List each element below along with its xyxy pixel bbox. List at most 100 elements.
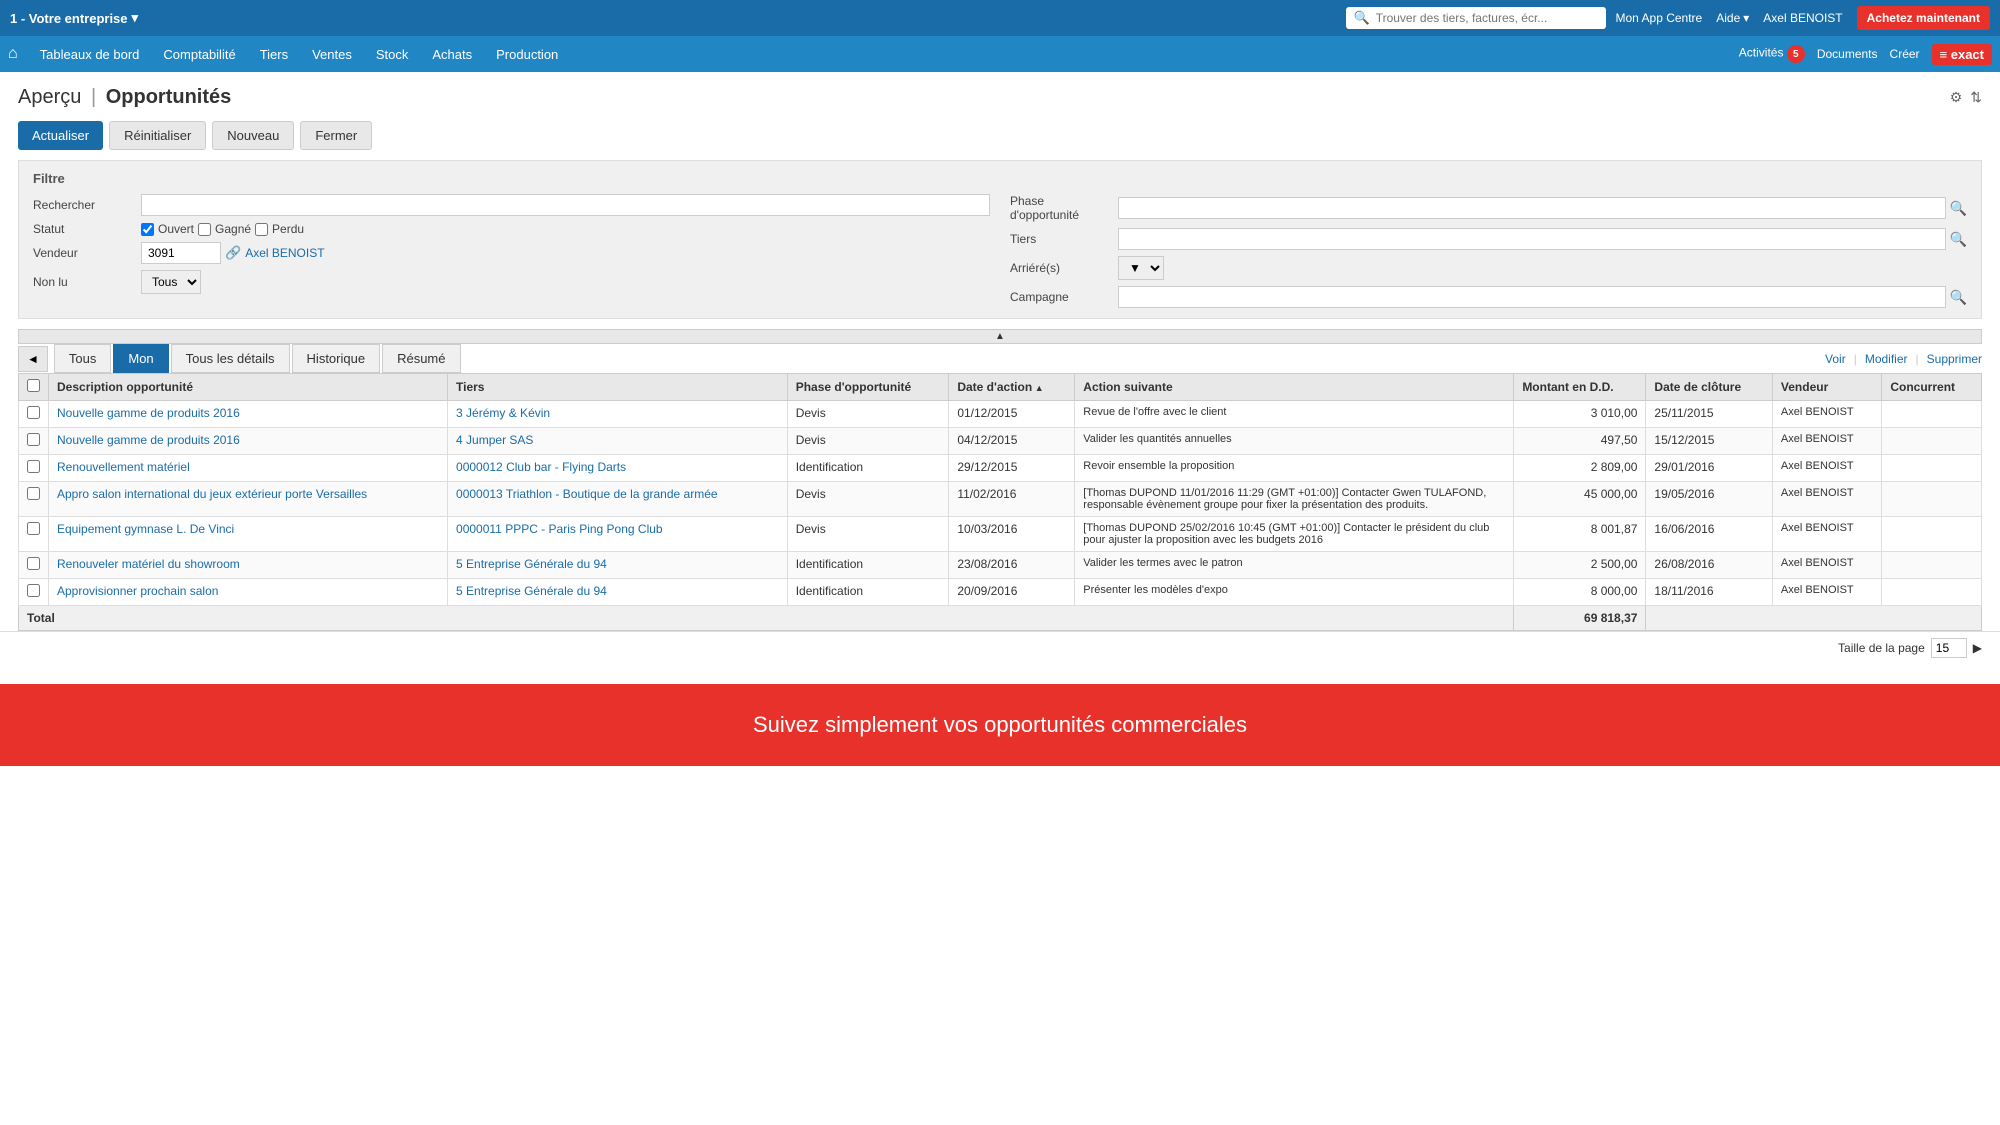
select-all-checkbox[interactable] (27, 379, 40, 392)
filter-campagne-search-icon[interactable]: 🔍 (1950, 289, 1967, 306)
nav-tiers[interactable]: Tiers (250, 41, 298, 68)
tabs-sep2: | (1916, 352, 1919, 366)
row-description-link[interactable]: Renouveler matériel du showroom (57, 557, 240, 571)
row-description-link[interactable]: Nouvelle gamme de produits 2016 (57, 433, 240, 447)
table-row: Nouvelle gamme de produits 2016 4 Jumper… (19, 428, 1982, 455)
row-description-link[interactable]: Appro salon international du jeux extéri… (57, 487, 367, 501)
page-size-input[interactable] (1931, 638, 1967, 658)
supprimer-link[interactable]: Supprimer (1927, 352, 1982, 366)
row-tiers-num-link[interactable]: 0000012 (456, 460, 503, 474)
table-header-row: Description opportunité Tiers Phase d'op… (19, 374, 1982, 401)
sort-icon[interactable]: ⇅ (1970, 89, 1982, 106)
row-checkbox[interactable] (27, 433, 40, 446)
filter-rechercher-row: Rechercher (33, 194, 990, 216)
nav-stock[interactable]: Stock (366, 41, 419, 68)
filter-statut-gagne-checkbox[interactable] (198, 223, 211, 236)
row-tiers-num-link[interactable]: 4 (456, 433, 463, 447)
mon-app-centre-link[interactable]: Mon App Centre (1616, 11, 1703, 25)
main-nav-right: Activités 5 Documents Créer ≡ exact (1739, 44, 1992, 65)
row-tiers-num-link[interactable]: 0000013 (456, 487, 503, 501)
documents-link[interactable]: Documents (1817, 47, 1878, 61)
voir-link[interactable]: Voir (1825, 352, 1846, 366)
filter-arrieres-select[interactable]: ▼ (1118, 256, 1164, 280)
col-description: Description opportunité (49, 374, 448, 401)
row-montant: 8 000,00 (1514, 579, 1646, 606)
filter-tiers-input[interactable] (1118, 228, 1946, 250)
col-concurrent: Concurrent (1882, 374, 1982, 401)
row-montant: 497,50 (1514, 428, 1646, 455)
row-checkbox[interactable] (27, 487, 40, 500)
tab-resume[interactable]: Résumé (382, 344, 460, 373)
nouveau-button[interactable]: Nouveau (212, 121, 294, 150)
filter-vendeur-link[interactable]: Axel BENOIST (245, 246, 324, 260)
row-description-link[interactable]: Equipement gymnase L. De Vinci (57, 522, 234, 536)
filter-rechercher-input[interactable] (141, 194, 990, 216)
row-phase: Devis (787, 401, 949, 428)
aide-menu[interactable]: Aide ▾ (1716, 11, 1749, 25)
row-tiers-name-link[interactable]: Jérémy & Kévin (466, 406, 550, 420)
filter-nonlu-select[interactable]: Tous Oui Non (141, 270, 201, 294)
tab-historique[interactable]: Historique (292, 344, 381, 373)
nav-comptabilite[interactable]: Comptabilité (153, 41, 245, 68)
tab-tous-details[interactable]: Tous les détails (171, 344, 290, 373)
row-tiers-name-link[interactable]: Club bar - Flying Darts (506, 460, 626, 474)
nav-production[interactable]: Production (486, 41, 568, 68)
filter-phase-control: 🔍 (1118, 197, 1967, 219)
tab-tous[interactable]: Tous (54, 344, 111, 373)
modifier-link[interactable]: Modifier (1865, 352, 1908, 366)
row-checkbox[interactable] (27, 460, 40, 473)
filter-statut-perdu-checkbox[interactable] (255, 223, 268, 236)
settings-icon[interactable]: ⚙ (1950, 89, 1963, 106)
tab-mon[interactable]: Mon (113, 344, 168, 373)
page-title: Aperçu | Opportunités (18, 86, 231, 109)
company-selector[interactable]: 1 - Votre entreprise ▾ (10, 10, 138, 26)
global-search[interactable]: 🔍 (1346, 7, 1606, 29)
row-description-link[interactable]: Renouvellement matériel (57, 460, 190, 474)
row-tiers-num-link[interactable]: 5 (456, 584, 463, 598)
row-tiers-name-link[interactable]: Triathlon - Boutique de la grande armée (506, 487, 718, 501)
filter-collapse-divider[interactable]: ▲ (18, 329, 1982, 344)
row-checkbox[interactable] (27, 557, 40, 570)
search-input[interactable] (1376, 11, 1598, 25)
page-next-btn[interactable]: ▶ (1973, 641, 1982, 655)
row-action-suivante: [Thomas DUPOND 25/02/2016 10:45 (GMT +01… (1075, 517, 1514, 552)
activities-link[interactable]: Activités 5 (1739, 45, 1805, 63)
row-tiers-num-link[interactable]: 0000011 (456, 522, 502, 536)
fermer-button[interactable]: Fermer (300, 121, 372, 150)
row-tiers-name-link[interactable]: PPPC - Paris Ping Pong Club (505, 522, 662, 536)
row-description-link[interactable]: Nouvelle gamme de produits 2016 (57, 406, 240, 420)
row-tiers-num-link[interactable]: 5 (456, 557, 463, 571)
row-tiers-num-link[interactable]: 3 (456, 406, 463, 420)
tab-back-button[interactable]: ◄ (18, 346, 48, 372)
reinitialiser-button[interactable]: Réinitialiser (109, 121, 206, 150)
row-checkbox[interactable] (27, 522, 40, 535)
row-checkbox[interactable] (27, 406, 40, 419)
home-icon[interactable]: ⌂ (8, 45, 18, 63)
filter-tiers-search-icon[interactable]: 🔍 (1950, 231, 1967, 248)
row-description-link[interactable]: Approvisionner prochain salon (57, 584, 218, 598)
row-tiers-name-link[interactable]: Entreprise Générale du 94 (466, 557, 607, 571)
row-montant: 2 809,00 (1514, 455, 1646, 482)
actualiser-button[interactable]: Actualiser (18, 121, 103, 150)
filter-phase-input[interactable] (1118, 197, 1946, 219)
filter-statut-ouvert-checkbox[interactable] (141, 223, 154, 236)
nav-ventes[interactable]: Ventes (302, 41, 362, 68)
col-vendeur: Vendeur (1772, 374, 1881, 401)
row-checkbox[interactable] (27, 584, 40, 597)
table-row: Equipement gymnase L. De Vinci 0000011 P… (19, 517, 1982, 552)
col-date-action[interactable]: Date d'action (949, 374, 1075, 401)
row-tiers-name-link[interactable]: Jumper SAS (466, 433, 533, 447)
achetez-button[interactable]: Achetez maintenant (1857, 6, 1990, 30)
page-header: Aperçu | Opportunités ⚙ ⇅ (0, 72, 2000, 117)
company-chevron: ▾ (132, 10, 139, 26)
row-tiers-name-link[interactable]: Entreprise Générale du 94 (466, 584, 607, 598)
filter-vendeur-input[interactable] (141, 242, 221, 264)
filter-phase-search-icon[interactable]: 🔍 (1950, 200, 1967, 217)
row-phase: Devis (787, 517, 949, 552)
filter-campagne-input[interactable] (1118, 286, 1946, 308)
nav-achats[interactable]: Achats (422, 41, 482, 68)
creer-link[interactable]: Créer (1890, 47, 1920, 61)
nav-tableaux-de-bord[interactable]: Tableaux de bord (30, 41, 150, 68)
filter-statut-ouvert-label: Ouvert (158, 222, 194, 236)
opportunities-table: Description opportunité Tiers Phase d'op… (18, 373, 1982, 631)
